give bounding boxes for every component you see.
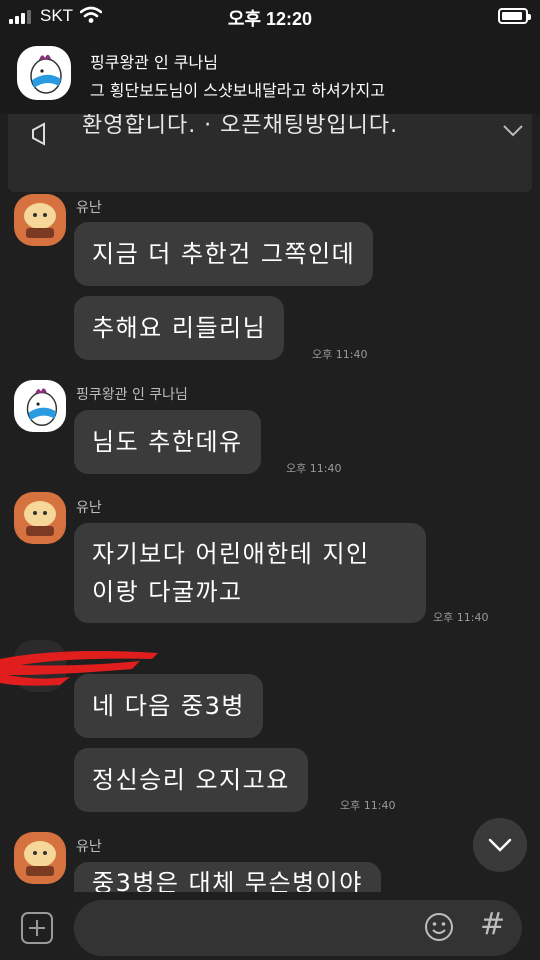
message-bubble[interactable]: 자기보다 어린애한테 지인 이랑 다굴까고 <box>74 523 426 623</box>
message-bubble[interactable]: 님도 추한데유 <box>74 410 261 474</box>
sender-name: 유난 <box>76 500 102 516</box>
message-bubble[interactable]: 네 다음 중3병 <box>74 674 263 738</box>
notification-sender: 핑쿠왕관 인 쿠나님 <box>90 53 218 72</box>
emoji-icon[interactable] <box>424 912 454 942</box>
white-bird-avatar <box>17 46 71 100</box>
battery-level <box>502 12 523 20</box>
message-time: 오후 11:40 <box>312 348 368 361</box>
message-bubble[interactable]: 정신승리 오지고요 <box>74 748 308 812</box>
orange-cat-avatar[interactable] <box>14 492 66 544</box>
sender-name: 핑쿠왕관 인 쿠나님 <box>76 387 188 403</box>
message-time: 오후 11:40 <box>286 462 342 475</box>
megaphone-icon <box>32 122 45 146</box>
chevron-down-icon[interactable] <box>502 124 524 138</box>
sender-name: 유난 <box>76 200 102 216</box>
battery-icon <box>498 8 531 24</box>
pinned-notice[interactable]: 환영합니다. · 오픈채팅방입니다. <box>8 114 532 192</box>
chevron-down-icon <box>488 838 512 852</box>
white-bird-avatar[interactable] <box>14 380 66 432</box>
notice-text: 환영합니다. · 오픈채팅방입니다. <box>82 114 399 138</box>
status-bar: SKT 오후 12:20 <box>0 0 540 34</box>
message-input-bar: # <box>0 892 540 960</box>
notification-message: 그 횡단보도님이 스샷보내달라고 하셔가지고 <box>90 81 385 100</box>
sender-name: 유난 <box>76 839 102 855</box>
orange-cat-avatar[interactable] <box>14 194 66 246</box>
message-time: 오후 11:40 <box>433 611 489 624</box>
message-time: 오후 11:40 <box>340 799 396 812</box>
scroll-down-button[interactable] <box>473 818 527 872</box>
plus-square-icon[interactable] <box>21 912 53 944</box>
status-time: 오후 12:20 <box>227 9 313 29</box>
message-bubble[interactable]: 추해요 리들리님 <box>74 296 285 360</box>
message-bubble[interactable]: 지금 더 추한건 그쪽인데 <box>74 222 374 286</box>
notification-banner[interactable]: 핑쿠왕관 인 쿠나님 그 횡단보도님이 스샷보내달라고 하셔가지고 <box>0 34 540 114</box>
orange-cat-avatar[interactable] <box>14 832 66 884</box>
message-input[interactable] <box>74 900 522 956</box>
hash-icon[interactable]: # <box>480 907 505 942</box>
